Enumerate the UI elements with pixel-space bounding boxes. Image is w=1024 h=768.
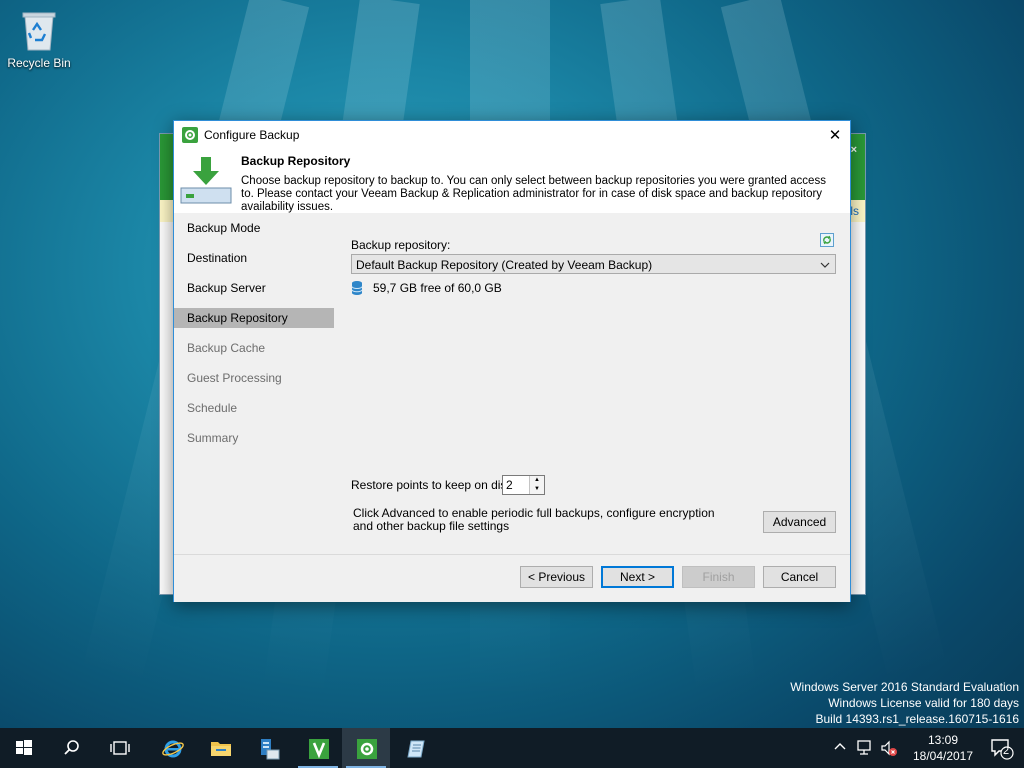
task-view-icon [110,738,130,758]
configure-backup-dialog: Configure Backup ✕ Backup Repository Cho… [173,120,851,602]
restore-points-label: Restore points to keep on disk [351,478,513,492]
free-space-text: 59,7 GB free of 60,0 GB [373,281,502,295]
server-manager-icon [258,738,280,760]
wizard-header: Backup Repository Choose backup reposito… [174,150,850,214]
backup-download-icon [180,155,232,207]
refresh-icon[interactable] [820,233,834,247]
network-icon[interactable] [856,739,874,760]
step-destination[interactable]: Destination [174,248,334,268]
finish-button: Finish [682,566,755,588]
search-icon [62,738,82,758]
step-backup-cache: Backup Cache [187,341,266,355]
advanced-description: Click Advanced to enable periodic full b… [353,506,715,533]
watermark-license: Windows License valid for 180 days [828,696,1019,710]
next-button[interactable]: Next > [601,566,674,588]
internet-explorer-icon [162,738,184,758]
restore-points-value: 2 [506,478,513,492]
background-window-notice-text[interactable]: ls [850,204,859,218]
clock-date: 18/04/2017 [912,749,974,763]
background-window-close-icon[interactable]: × [851,144,857,156]
stepper-down-icon[interactable]: ▼ [530,485,544,494]
close-button[interactable]: ✕ [820,121,850,150]
step-schedule: Schedule [187,401,238,415]
repository-label: Backup repository: [351,238,451,252]
notepad-icon [406,738,426,758]
cancel-button[interactable]: Cancel [763,566,836,588]
folder-icon [210,738,231,758]
recycle-bin-shortcut[interactable]: Recycle Bin [6,8,72,70]
wizard-steps: Backup Mode Destination Backup Server Ba… [174,213,336,554]
clock-time: 13:09 [927,733,959,747]
taskbar-veeam-console[interactable] [294,728,342,768]
repository-dropdown[interactable]: Default Backup Repository (Created by Ve… [351,254,836,274]
chevron-down-icon [820,259,830,273]
taskbar-clock[interactable]: 13:09 18/04/2017 [908,732,978,764]
chevron-up-icon[interactable] [834,740,846,754]
veeam-gear-icon [182,127,198,143]
windows-watermark: Windows Server 2016 Standard Evaluation … [790,679,1019,727]
previous-button[interactable]: < Previous [520,566,593,588]
taskbar-veeam-agent[interactable] [342,728,390,768]
step-backup-mode[interactable]: Backup Mode [174,218,334,238]
windows-logo-icon [14,738,34,758]
veeam-v-icon [308,738,329,759]
step-guest-processing: Guest Processing [187,371,282,385]
recycle-bin-label: Recycle Bin [7,56,71,70]
watermark-build: Build 14393.rs1_release.160715-1616 [815,712,1020,726]
dialog-title: Configure Backup [204,128,300,142]
wizard-footer: < Previous Next > Finish Cancel [174,554,850,602]
watermark-edition: Windows Server 2016 Standard Evaluation [790,680,1019,694]
repository-selected-value: Default Backup Repository (Created by Ve… [356,258,653,272]
action-center-button[interactable]: 2 [976,728,1024,768]
volume-muted-icon[interactable] [880,739,898,760]
step-backup-server[interactable]: Backup Server [174,278,334,298]
database-icon [351,280,363,296]
header-title: Backup Repository [241,154,351,168]
taskbar: 13:09 18/04/2017 2 [0,728,1024,768]
start-button[interactable] [0,728,48,768]
taskbar-app-notepad[interactable] [392,728,440,768]
stepper-up-icon[interactable]: ▲ [530,476,544,485]
veeam-gear-taskbar-icon [356,738,377,759]
step-summary: Summary [187,431,239,445]
notification-count: 2 [1003,745,1010,757]
title-bar: Configure Backup ✕ [174,121,850,150]
system-tray [830,728,920,768]
wizard-content: Backup repository: Default Backup Reposi… [335,213,850,554]
task-view-button[interactable] [96,728,144,768]
taskbar-file-explorer[interactable] [196,728,244,768]
recycle-bin-icon [19,8,59,52]
header-description: Choose backup repository to backup to. Y… [241,175,826,213]
search-button[interactable] [48,728,96,768]
taskbar-server-manager[interactable] [244,728,292,768]
taskbar-internet-explorer[interactable] [148,728,196,768]
step-backup-repository[interactable]: Backup Repository [174,308,334,328]
advanced-button[interactable]: Advanced [763,511,836,533]
restore-points-stepper[interactable]: 2 ▲ ▼ [502,475,545,495]
